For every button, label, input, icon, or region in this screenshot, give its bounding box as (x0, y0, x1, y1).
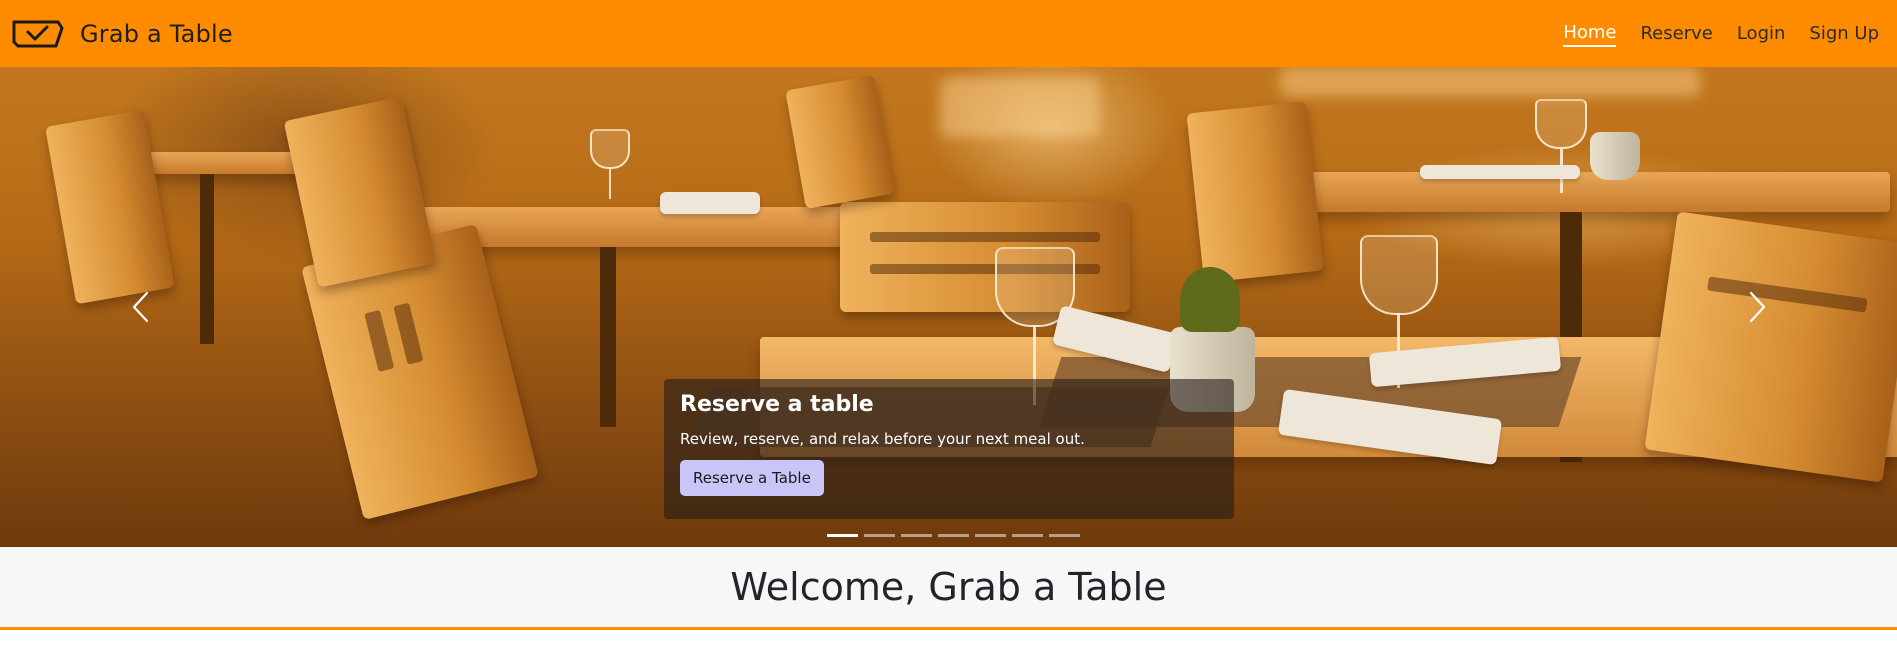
carousel-prev-button[interactable] (110, 277, 170, 337)
carousel-indicator[interactable] (1012, 534, 1043, 537)
ticket-check-icon (12, 20, 64, 47)
nav-links: Home Reserve Login Sign Up (1563, 0, 1879, 67)
carousel-next-button[interactable] (1728, 277, 1788, 337)
caption-title: Reserve a table (680, 392, 874, 417)
chevron-left-icon (132, 291, 149, 323)
carousel-indicator[interactable] (827, 534, 858, 537)
carousel-indicator[interactable] (975, 534, 1006, 537)
welcome-section: Welcome, Grab a Table (0, 547, 1897, 627)
carousel-indicator[interactable] (938, 534, 969, 537)
nav-item-home[interactable]: Home (1563, 20, 1617, 47)
hero-carousel: Reserve a table Review, reserve, and rel… (0, 67, 1897, 547)
caption-text: Review, reserve, and relax before your n… (680, 430, 1085, 448)
brand-link[interactable]: Grab a Table (10, 14, 233, 54)
carousel-indicator[interactable] (864, 534, 895, 537)
carousel-indicators (827, 534, 1080, 537)
reserve-table-button[interactable]: Reserve a Table (680, 460, 824, 496)
carousel-indicator[interactable] (1049, 534, 1080, 537)
nav-item-login[interactable]: Login (1737, 21, 1786, 46)
welcome-title: Welcome, Grab a Table (730, 565, 1167, 609)
divider (0, 627, 1897, 630)
chevron-right-icon (1749, 291, 1766, 323)
top-navbar: Grab a Table Home Reserve Login Sign Up (0, 0, 1897, 67)
nav-item-reserve[interactable]: Reserve (1640, 21, 1712, 46)
carousel-caption: Reserve a table Review, reserve, and rel… (664, 379, 1234, 519)
brand-name: Grab a Table (80, 19, 233, 48)
nav-item-sign-up[interactable]: Sign Up (1809, 21, 1879, 46)
carousel-indicator[interactable] (901, 534, 932, 537)
